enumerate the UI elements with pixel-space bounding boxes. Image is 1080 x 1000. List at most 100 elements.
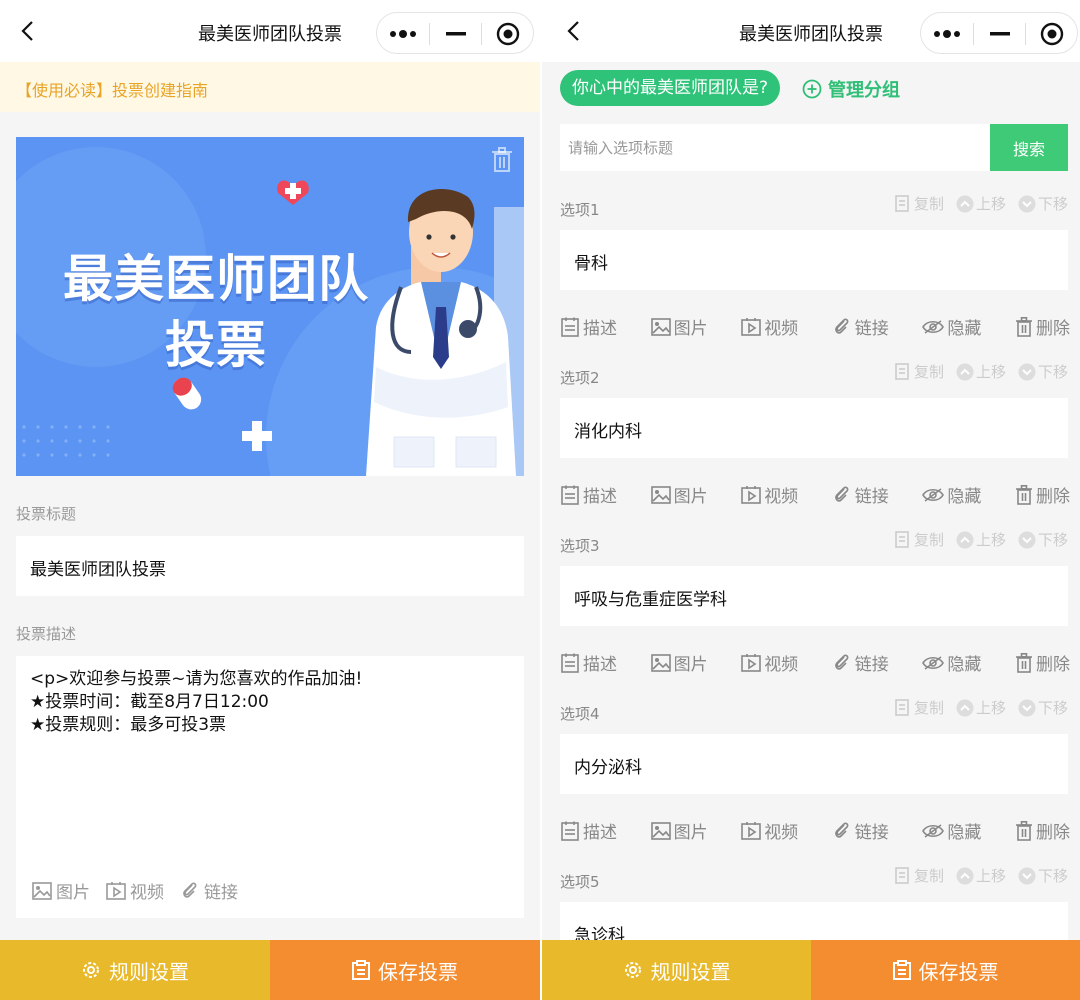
close-target-icon[interactable] bbox=[1026, 13, 1078, 55]
copy-option-button[interactable]: 复制 bbox=[894, 193, 944, 214]
tool-label: 删除 bbox=[1035, 655, 1070, 675]
move-down-button[interactable]: 下移 bbox=[1018, 529, 1068, 550]
search-box bbox=[560, 124, 990, 171]
search-button[interactable]: 搜索 bbox=[990, 124, 1068, 171]
guide-link[interactable]: 【使用必读】投票创建指南 bbox=[16, 77, 208, 101]
copy-icon bbox=[894, 362, 912, 381]
option-title-value[interactable]: 骨科 bbox=[574, 249, 608, 274]
tool-label: 删除 bbox=[1035, 319, 1070, 339]
question-group-tag[interactable]: 你心中的最美医师团队是? bbox=[560, 70, 781, 106]
option-hide-button[interactable]: 隐藏 bbox=[922, 818, 981, 843]
option-order-actions: 复制 上移 下移 bbox=[894, 529, 1068, 550]
option-hide-button[interactable]: 隐藏 bbox=[922, 482, 981, 507]
option-title-input[interactable]: 呼吸与危重症医学科 bbox=[560, 566, 1068, 626]
move-down-button[interactable]: 下移 bbox=[1018, 361, 1068, 382]
option-toolbar: 描述 图片 视频 链接 隐藏 删除 bbox=[560, 650, 1070, 675]
link-icon bbox=[832, 653, 852, 673]
video-icon bbox=[741, 653, 761, 672]
move-up-button[interactable]: 上移 bbox=[956, 529, 1006, 550]
minimize-icon[interactable] bbox=[430, 13, 481, 55]
move-up-button[interactable]: 上移 bbox=[956, 697, 1006, 718]
tool-label: 图片 bbox=[673, 823, 708, 843]
move-up-button[interactable]: 上移 bbox=[956, 193, 1006, 214]
move-down-button[interactable]: 下移 bbox=[1018, 697, 1068, 718]
insert-video-button[interactable]: 视频 bbox=[106, 878, 164, 903]
delete-image-icon[interactable] bbox=[490, 147, 514, 173]
save-vote-button[interactable]: 保存投票 bbox=[270, 940, 540, 1000]
image-icon bbox=[650, 653, 671, 672]
copy-option-button[interactable]: 复制 bbox=[894, 865, 944, 886]
tool-label: 删除 bbox=[1035, 487, 1070, 507]
option-image-button[interactable]: 图片 bbox=[650, 314, 708, 339]
option-image-button[interactable]: 图片 bbox=[650, 818, 708, 843]
option-delete-button[interactable]: 删除 bbox=[1015, 818, 1070, 843]
option-title-value[interactable]: 呼吸与危重症医学科 bbox=[574, 585, 727, 610]
option-hide-button[interactable]: 隐藏 bbox=[922, 314, 981, 339]
move-up-button[interactable]: 上移 bbox=[956, 361, 1006, 382]
more-dots-icon[interactable] bbox=[377, 13, 429, 55]
description-line: <p>欢迎参与投票~请为您喜欢的作品加油! bbox=[30, 669, 363, 689]
tool-label: 描述 bbox=[583, 319, 617, 339]
move-down-button[interactable]: 下移 bbox=[1018, 865, 1068, 886]
action-label: 下移 bbox=[1037, 195, 1068, 213]
copy-option-button[interactable]: 复制 bbox=[894, 529, 944, 550]
description-text[interactable]: <p>欢迎参与投票~请为您喜欢的作品加油! ★投票时间：截至8月7日12:00 … bbox=[30, 668, 362, 737]
cover-image[interactable]: 最美医师团队 投票 bbox=[16, 137, 524, 476]
hide-icon bbox=[922, 319, 945, 335]
option-label: 选项1 bbox=[560, 201, 600, 219]
option-video-button[interactable]: 视频 bbox=[741, 650, 798, 675]
option-delete-button[interactable]: 删除 bbox=[1015, 314, 1070, 339]
action-label: 复制 bbox=[913, 531, 944, 549]
guide-banner[interactable]: 【使用必读】投票创建指南 bbox=[0, 62, 540, 112]
option-link-button[interactable]: 链接 bbox=[832, 482, 889, 507]
option-hide-button[interactable]: 隐藏 bbox=[922, 650, 981, 675]
option-image-button[interactable]: 图片 bbox=[650, 650, 708, 675]
copy-option-button[interactable]: 复制 bbox=[894, 361, 944, 382]
nav-bar: 最美医师团队投票 bbox=[542, 0, 1080, 62]
option-title-input[interactable]: 骨科 bbox=[560, 230, 1068, 290]
option-delete-button[interactable]: 删除 bbox=[1015, 482, 1070, 507]
rule-settings-button[interactable]: 规则设置 bbox=[0, 940, 270, 1000]
insert-link-button[interactable]: 链接 bbox=[180, 878, 238, 903]
insert-image-button[interactable]: 图片 bbox=[32, 878, 90, 903]
banner-title-line1: 最美医师团队 bbox=[63, 250, 369, 308]
option-title-input[interactable]: 消化内科 bbox=[560, 398, 1068, 458]
option-description-button[interactable]: 描述 bbox=[560, 818, 617, 843]
search-input[interactable] bbox=[560, 124, 990, 171]
action-label: 复制 bbox=[913, 867, 944, 885]
move-down-icon bbox=[1018, 699, 1036, 717]
more-dots-icon[interactable] bbox=[921, 13, 973, 55]
option-video-button[interactable]: 视频 bbox=[741, 818, 798, 843]
option-link-button[interactable]: 链接 bbox=[832, 650, 889, 675]
option-title-value[interactable]: 内分泌科 bbox=[574, 753, 642, 778]
option-image-button[interactable]: 图片 bbox=[650, 482, 708, 507]
option-video-button[interactable]: 视频 bbox=[741, 314, 798, 339]
rule-settings-button[interactable]: 规则设置 bbox=[542, 940, 811, 1000]
manage-group-button[interactable]: 管理分组 bbox=[802, 76, 900, 102]
option-video-button[interactable]: 视频 bbox=[741, 482, 798, 507]
option-title-value[interactable]: 消化内科 bbox=[574, 417, 642, 442]
option-description-button[interactable]: 描述 bbox=[560, 482, 617, 507]
tool-label: 隐藏 bbox=[947, 655, 982, 675]
mini-program-capsule bbox=[376, 12, 534, 54]
save-vote-button[interactable]: 保存投票 bbox=[811, 940, 1080, 1000]
option-description-button[interactable]: 描述 bbox=[560, 314, 617, 339]
option-link-button[interactable]: 链接 bbox=[832, 818, 889, 843]
move-down-button[interactable]: 下移 bbox=[1018, 193, 1068, 214]
right-screen: 最美医师团队投票 你心中的最美医师团队是? 管理分组 搜索 选项1复制上移下移骨… bbox=[542, 0, 1080, 1000]
hide-icon bbox=[922, 823, 945, 839]
move-up-button[interactable]: 上移 bbox=[956, 865, 1006, 886]
tool-label: 描述 bbox=[583, 487, 617, 507]
option-title-input[interactable]: 内分泌科 bbox=[560, 734, 1068, 794]
title-input-value[interactable]: 最美医师团队投票 bbox=[30, 555, 166, 580]
tool-label: 删除 bbox=[1035, 823, 1070, 843]
option-toolbar: 描述 图片 视频 链接 隐藏 删除 bbox=[560, 314, 1070, 339]
title-input[interactable]: 最美医师团队投票 bbox=[16, 536, 524, 596]
option-description-button[interactable]: 描述 bbox=[560, 650, 617, 675]
option-label: 选项4 bbox=[560, 705, 600, 723]
minimize-icon[interactable] bbox=[974, 13, 1025, 55]
option-link-button[interactable]: 链接 bbox=[832, 314, 889, 339]
close-target-icon[interactable] bbox=[482, 13, 534, 55]
option-delete-button[interactable]: 删除 bbox=[1015, 650, 1070, 675]
copy-option-button[interactable]: 复制 bbox=[894, 697, 944, 718]
